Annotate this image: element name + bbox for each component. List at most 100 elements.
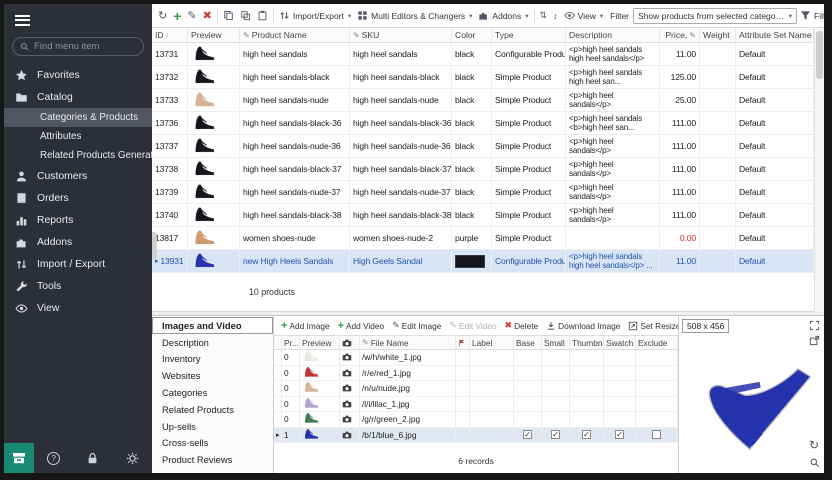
edit-button[interactable]: ✎ [184,6,199,26]
product-row[interactable]: 13731high heel sandalshigh heel sandalsb… [152,43,814,66]
cell-small[interactable] [542,381,570,396]
product-row[interactable]: 13732high heel sandals-blackhigh heel sa… [152,66,814,89]
position-column[interactable]: Pr... [282,336,300,349]
column-header-product-name[interactable]: ✎Product Name [240,28,350,42]
preview-column[interactable]: Preview [300,336,340,349]
product-row[interactable]: ▸13931new High Heels SandalsHigh Geels S… [152,250,814,273]
image-row[interactable]: 0/l/i/lilac_1.jpg [274,397,678,413]
exclude-column[interactable]: Exclude [636,336,678,349]
cell-swatch[interactable]: ✓ [604,428,636,443]
sidebar-item-tools[interactable]: Tools [4,275,152,297]
scrollbar-thumb[interactable] [816,31,823,79]
vertical-scrollbar[interactable] [814,29,824,312]
cell-base[interactable] [514,412,542,427]
sidebar-item-favorites[interactable]: Favorites [4,64,152,86]
sidebar-item-attributes[interactable]: Attributes [4,127,152,146]
download-image-button[interactable]: Download Image [543,321,623,331]
checkbox-small[interactable]: ✓ [551,430,560,439]
sidebar-item-categories-products[interactable]: Categories & Products [4,108,152,127]
tab-cross-sells[interactable]: Cross-sells [152,435,273,452]
image-row[interactable]: 0/g/r/green_2.jpg [274,412,678,428]
cell-small[interactable] [542,412,570,427]
checkbox-swatch[interactable]: ✓ [615,430,624,439]
image-row[interactable]: 0/w/h/white_1.jpg [274,350,678,366]
tab-related-products[interactable]: Related Products [152,401,273,418]
clipboard-icon[interactable] [254,6,271,26]
column-header-preview[interactable]: Preview [188,28,240,42]
sidebar-collapse-handle[interactable] [152,232,157,260]
cell-base[interactable] [514,397,542,412]
product-row[interactable]: 13738high heel sandals-black-37high heel… [152,158,814,181]
small-column[interactable]: Small [542,336,570,349]
sidebar-item-related-products-generator[interactable]: Related Products Generator [4,146,152,165]
camera-column[interactable] [340,336,360,349]
add-product-button[interactable]: + [170,6,184,26]
column-header-id[interactable]: ID↓ [152,28,188,42]
tab-websites[interactable]: Websites [152,367,273,384]
cell-swatch[interactable] [604,350,636,365]
sidebar-search[interactable]: Find menu item [12,37,144,56]
sidebar-item-orders[interactable]: Orders [4,187,152,209]
product-row[interactable]: 13739high heel sandals-nude-37high heel … [152,181,814,204]
column-header-price[interactable]: Price,✎ [660,28,700,42]
addons-menu[interactable]: Addons▾ [475,6,531,26]
cell-swatch[interactable] [604,397,636,412]
column-header-attribute-set-name[interactable]: Attribute Set Name [736,28,814,42]
cell-exclude[interactable] [636,397,678,412]
expand-column[interactable] [274,336,282,349]
zoom-icon[interactable] [809,457,820,468]
file-name-column[interactable]: ✎File Name [360,336,456,349]
swatch-column[interactable]: Swatch [604,336,636,349]
product-row[interactable]: 13740high heel sandals-black-38high heel… [152,204,814,227]
cell-small[interactable]: ✓ [542,428,570,443]
edit-image-button[interactable]: ✎Edit Image [389,320,444,331]
image-row[interactable]: 0/n/u/nude.jpg [274,381,678,397]
tab-description[interactable]: Description [152,334,273,351]
store-icon[interactable] [4,443,34,473]
cell-base[interactable] [514,381,542,396]
checkbox-exclude[interactable] [652,430,661,439]
flag-column[interactable] [456,336,470,349]
product-row[interactable]: 13817women shoes-nudewomen shoes-nude-2p… [152,227,814,250]
cell-exclude[interactable] [636,428,678,443]
column-header-type[interactable]: Type [492,28,566,42]
cell-small[interactable] [542,350,570,365]
add-image-button[interactable]: +Add Image [278,320,333,332]
help-icon[interactable]: ? [34,452,73,465]
cell-thumbna[interactable] [570,381,604,396]
image-row[interactable]: 0/r/e/red_1.jpg [274,366,678,382]
cell-swatch[interactable] [604,412,636,427]
column-header-sku[interactable]: ✎SKU [350,28,452,42]
sidebar-item-customers[interactable]: Customers [4,165,152,187]
fullscreen-icon[interactable] [809,320,820,331]
sidebar-item-import-export[interactable]: Import / Export [4,253,152,275]
tab-up-sells[interactable]: Up-sells [152,418,273,435]
refresh-button[interactable]: ↻ [155,6,170,26]
view-menu[interactable]: View▾ [561,6,607,26]
tab-product-reviews[interactable]: Product Reviews [152,451,273,468]
sidebar-item-addons[interactable]: Addons [4,231,152,253]
lock-icon[interactable] [73,452,112,465]
cell-base[interactable] [514,350,542,365]
category-filter-select[interactable]: Show products from selected categories ▾ [633,8,797,24]
add-video-button[interactable]: +Add Video [335,320,388,332]
thumbnail-column[interactable]: Thumbna [570,336,604,349]
delete-button[interactable]: ✖ [200,6,215,26]
tab-categories[interactable]: Categories [152,384,273,401]
column-header-weight[interactable]: Weight [700,28,736,42]
duplicate-icon[interactable] [237,6,254,26]
sidebar-item-view[interactable]: View [4,297,152,319]
column-header-color[interactable]: Color [452,28,492,42]
copy-icon[interactable] [220,6,237,26]
cell-small[interactable] [542,397,570,412]
product-row[interactable]: 13733high heel sandals-nudehigh heel san… [152,89,814,112]
label-column[interactable]: Label [470,336,514,349]
cell-base[interactable]: ✓ [514,428,542,443]
cell-thumbna[interactable]: ✓ [570,428,604,443]
cell-thumbna[interactable] [570,397,604,412]
import-export-menu[interactable]: Import/Export▾ [276,6,354,26]
checkbox-thumbna[interactable]: ✓ [582,430,591,439]
tab-images-and-video[interactable]: Images and Video [152,317,273,334]
cell-thumbna[interactable] [570,350,604,365]
base-column[interactable]: Base [514,336,542,349]
